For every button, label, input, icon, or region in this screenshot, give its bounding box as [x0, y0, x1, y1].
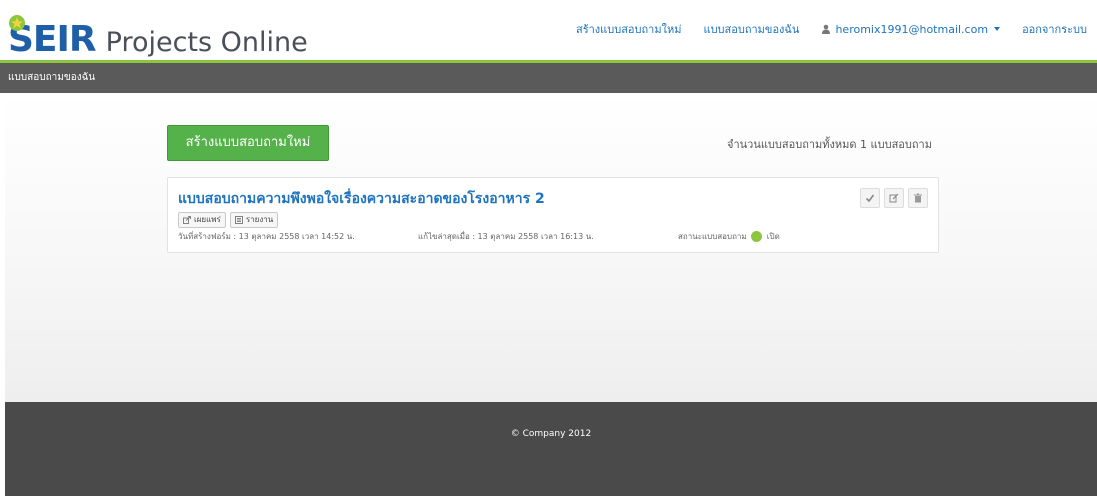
status-label: สถานะแบบสอบถาม — [678, 232, 747, 241]
survey-card: แบบสอบถามความพึงพอใจเรื่องความสะอาดของโร… — [167, 177, 939, 253]
survey-count: จำนวนแบบสอบถามทั้งหมด 1 แบบสอบถาม — [727, 138, 932, 151]
nav-logout-link[interactable]: ออกจากระบบ — [1022, 20, 1087, 38]
top-nav: สร้างแบบสอบถามใหม่ แบบสอบถามของฉัน herom… — [576, 20, 1087, 38]
survey-small-buttons: เผยแพร่ รายงาน — [178, 212, 279, 228]
chevron-down-icon — [994, 27, 1001, 31]
logo-primary: SEIR — [8, 15, 97, 58]
breadcrumb-current: แบบสอบถามของฉัน — [8, 72, 96, 83]
user-email: heromix1991@hotmail.com — [835, 22, 989, 36]
share-icon — [183, 216, 191, 224]
status-value: เปิด — [766, 232, 780, 241]
logo-star-icon — [9, 15, 25, 31]
main-content: สร้างแบบสอบถามใหม่ จำนวนแบบสอบถามทั้งหมด… — [5, 93, 1097, 402]
create-survey-button[interactable]: สร้างแบบสอบถามใหม่ — [167, 125, 329, 161]
survey-title-link[interactable]: แบบสอบถามความพึงพอใจเรื่องความสะอาดของโร… — [178, 188, 545, 210]
list-icon — [234, 216, 243, 224]
report-button[interactable]: รายงาน — [229, 212, 279, 228]
nav-my-surveys-link[interactable]: แบบสอบถามของฉัน — [703, 20, 799, 38]
header: SEIR Projects Online สร้างแบบสอบถามใหม่ … — [0, 0, 1097, 63]
user-icon — [822, 24, 831, 34]
survey-actions — [860, 188, 928, 208]
nav-create-survey-link[interactable]: สร้างแบบสอบถามใหม่ — [576, 20, 682, 38]
check-icon[interactable] — [860, 188, 880, 208]
footer: © Company 2012 — [5, 402, 1097, 496]
footer-copyright: © Company 2012 — [510, 429, 592, 439]
user-menu[interactable]: heromix1991@hotmail.com — [821, 22, 1001, 36]
status-dot-icon — [751, 231, 763, 242]
created-date: วันที่สร้างฟอร์ม : 13 ตุลาคม 2558 เวลา 1… — [178, 232, 355, 241]
modified-date: แก้ไขล่าสุดเมื่อ : 13 ตุลาคม 2558 เวลา 1… — [418, 232, 594, 241]
logo[interactable]: SEIR Projects Online — [8, 8, 308, 58]
breadcrumb: แบบสอบถามของฉัน — [0, 63, 1097, 93]
edit-icon[interactable] — [884, 188, 904, 208]
publish-button[interactable]: เผยแพร่ — [178, 212, 226, 228]
logo-secondary: Projects Online — [105, 27, 308, 58]
trash-icon[interactable] — [908, 188, 928, 208]
survey-status: สถานะแบบสอบถาม เปิด — [678, 230, 780, 243]
